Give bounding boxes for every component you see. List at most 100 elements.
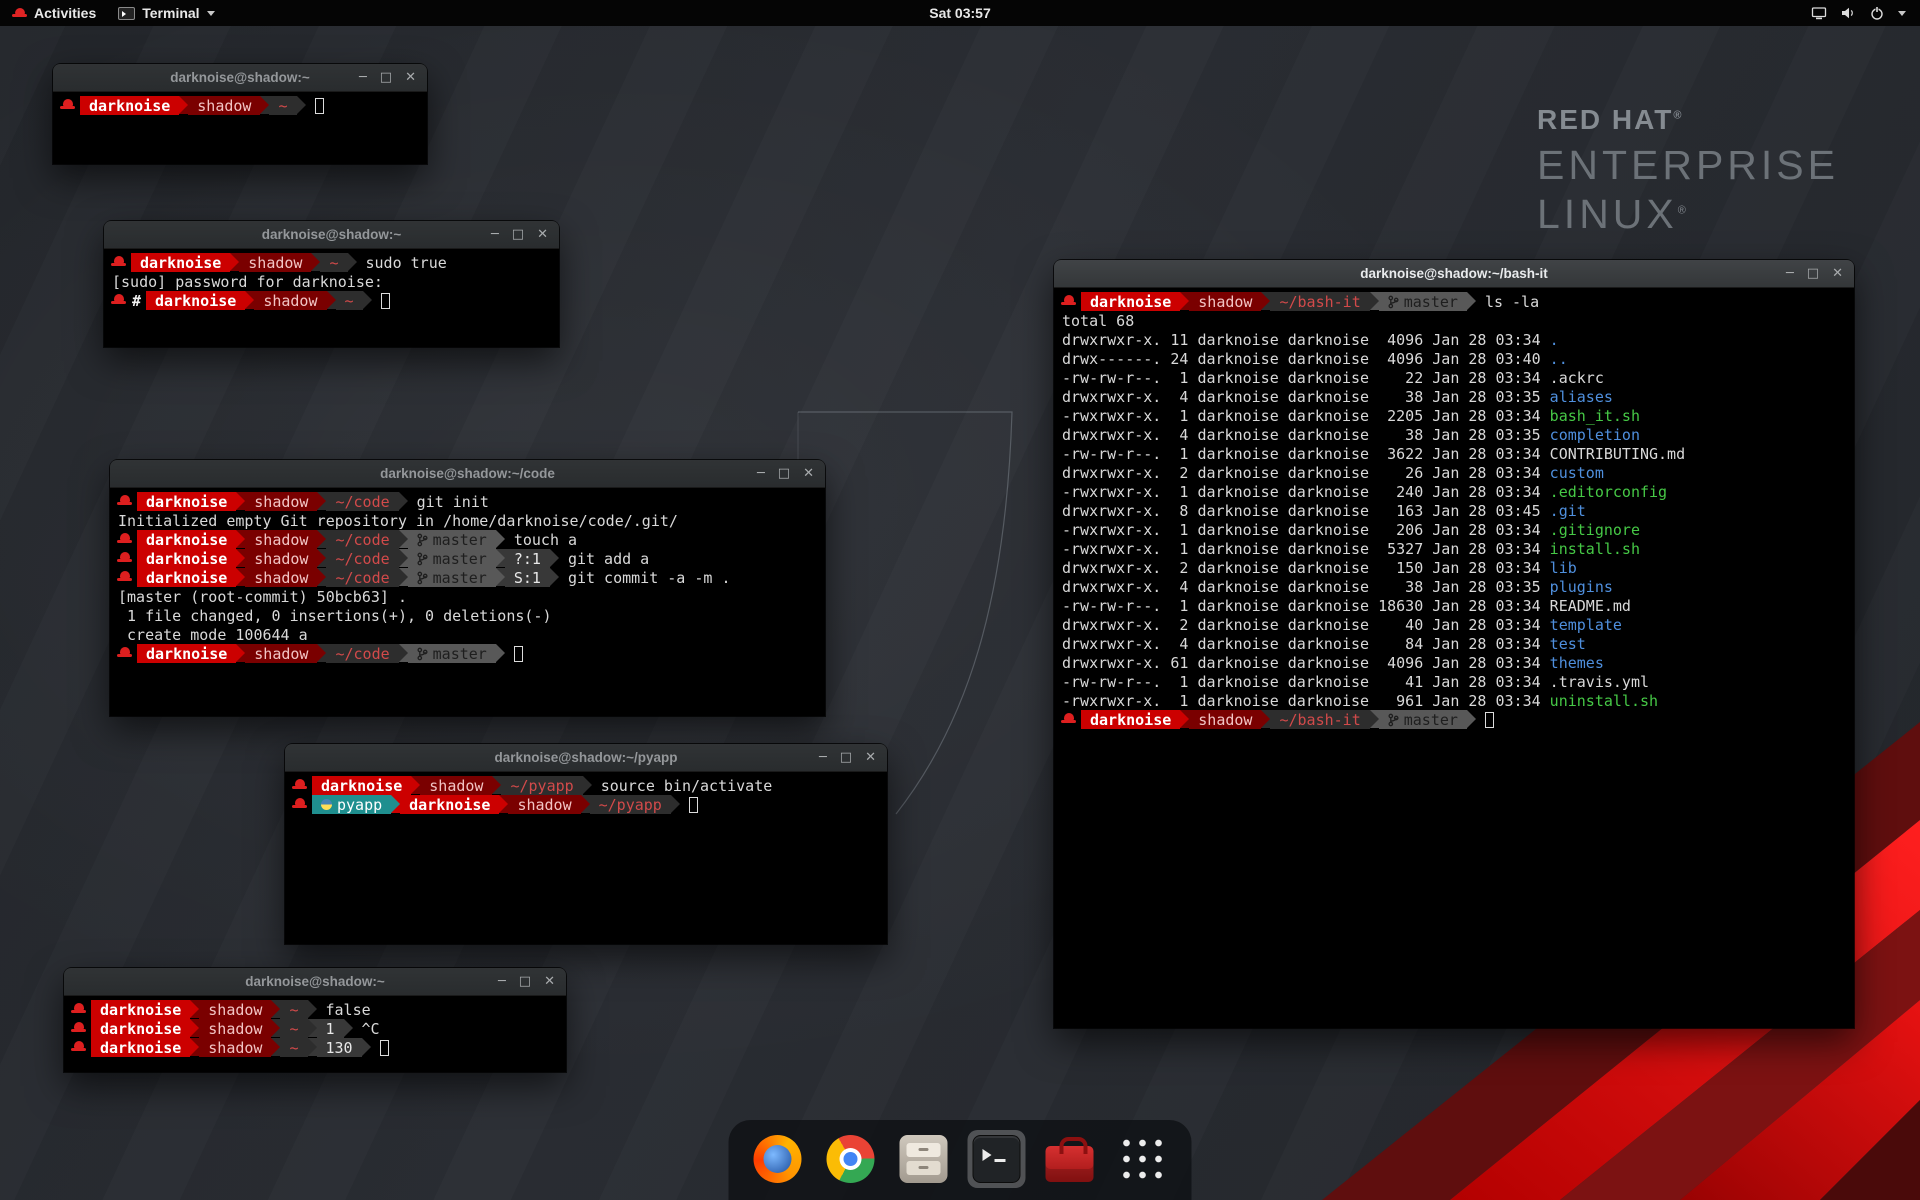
close-button[interactable]: ✕	[537, 228, 548, 241]
terminal-content[interactable]: darknoiseshadow~/codegit initInitialized…	[110, 488, 825, 716]
powerline-separator	[271, 1000, 280, 1018]
redhat-prompt-icon	[117, 549, 132, 568]
system-status-area[interactable]	[1811, 0, 1920, 26]
close-button[interactable]: ✕	[1832, 267, 1843, 280]
terminal-window-pyapp[interactable]: darknoise@shadow:~/pyapp ─ □ ✕ darknoise…	[285, 744, 887, 944]
close-button[interactable]: ✕	[405, 71, 416, 84]
terminal-line: darknoiseshadow~130	[64, 1038, 564, 1057]
terminal-window-sudo[interactable]: darknoise@shadow:~ ─ □ ✕ darknoiseshadow…	[104, 221, 559, 347]
terminal-line: [sudo] password for darknoise:	[104, 272, 557, 291]
powerline-separator	[496, 568, 505, 586]
maximize-button[interactable]: □	[512, 228, 524, 241]
toolbox-dock-item[interactable]	[1041, 1130, 1099, 1188]
output-text: drwxrwxr-x. 61 darknoise darknoise 4096 …	[1054, 653, 1550, 672]
prompt-segment-path: ~/pyapp	[501, 776, 582, 795]
close-button[interactable]: ✕	[803, 467, 814, 480]
maximize-button[interactable]: □	[840, 751, 852, 764]
terminal-dock-item[interactable]	[968, 1130, 1026, 1188]
executable-name: install.sh	[1550, 539, 1640, 558]
files-dock-item[interactable]	[895, 1130, 953, 1188]
git-branch-icon	[417, 552, 428, 566]
display-icon[interactable]	[1811, 5, 1827, 21]
terminal-cursor	[315, 98, 324, 114]
terminal-window-exit-codes[interactable]: darknoise@shadow:~ ─ □ ✕ darknoiseshadow…	[64, 968, 566, 1072]
maximize-button[interactable]: □	[380, 71, 392, 84]
terminal-content[interactable]: darknoiseshadow~falsedarknoiseshadow~1^C…	[64, 996, 566, 1072]
powerline-separator	[311, 253, 320, 271]
terminal-line: -rw-rw-r--. 1 darknoise darknoise 41 Jan…	[1054, 672, 1852, 691]
firefox-dock-item[interactable]	[749, 1130, 807, 1188]
minimize-button[interactable]: ─	[757, 467, 765, 480]
terminal-window-bash-it[interactable]: darknoise@shadow:~/bash-it ─ □ ✕ darknoi…	[1054, 260, 1854, 1028]
powerline-separator	[550, 568, 559, 586]
terminal-window-code[interactable]: darknoise@shadow:~/code ─ □ ✕ darknoises…	[110, 460, 825, 716]
powerline-separator	[236, 549, 245, 567]
terminal-content[interactable]: darknoiseshadow~/bash-itmasterls -latota…	[1054, 288, 1854, 1028]
window-title: darknoise@shadow:~/pyapp	[494, 750, 677, 765]
prompt-segment-user: darknoise	[131, 253, 230, 272]
minimize-button[interactable]: ─	[491, 228, 499, 241]
close-button[interactable]: ✕	[865, 751, 876, 764]
terminal-app-icon	[118, 7, 135, 20]
terminal-content[interactable]: darknoiseshadow~	[53, 92, 427, 164]
app-grid-dock-item[interactable]	[1114, 1130, 1172, 1188]
app-menu-terminal[interactable]: Terminal	[108, 0, 224, 26]
window-titlebar[interactable]: darknoise@shadow:~ ─ □ ✕	[64, 968, 566, 996]
powerline-separator	[496, 549, 505, 567]
terminal-line: darknoiseshadow~/codemaster	[110, 644, 823, 663]
output-text: 1 file changed, 0 insertions(+), 0 delet…	[110, 606, 551, 625]
command-text: git add a	[559, 549, 649, 568]
minimize-button[interactable]: ─	[498, 975, 506, 988]
powerline-separator	[190, 1000, 199, 1018]
minimize-button[interactable]: ─	[819, 751, 827, 764]
clock[interactable]: Sat 03:57	[929, 5, 990, 21]
terminal-line: drwxrwxr-x. 2 darknoise darknoise 26 Jan…	[1054, 463, 1852, 482]
window-titlebar[interactable]: darknoise@shadow:~/pyapp ─ □ ✕	[285, 744, 887, 772]
prompt-segment-host: shadow	[199, 1019, 271, 1038]
terminal-window-home-small[interactable]: darknoise@shadow:~ ─ □ ✕ darknoiseshadow…	[53, 64, 427, 164]
window-titlebar[interactable]: darknoise@shadow:~/code ─ □ ✕	[110, 460, 825, 488]
activities-button[interactable]: Activities	[0, 0, 108, 26]
prompt-segment-host: shadow	[199, 1000, 271, 1019]
terminal-line: darknoiseshadow~	[53, 96, 425, 115]
chrome-dock-item[interactable]	[822, 1130, 880, 1188]
terminal-content[interactable]: darknoiseshadow~/pyappsource bin/activat…	[285, 772, 887, 944]
output-text: -rw-rw-r--. 1 darknoise darknoise 41 Jan…	[1054, 672, 1649, 691]
chevron-down-icon[interactable]	[1898, 11, 1906, 16]
close-button[interactable]: ✕	[544, 975, 555, 988]
powerline-separator	[499, 795, 508, 813]
minimize-button[interactable]: ─	[359, 71, 367, 84]
terminal-content[interactable]: darknoiseshadow~sudo true[sudo] password…	[104, 249, 559, 347]
prompt-segment-path: ~/code	[326, 530, 398, 549]
output-text: drwxrwxr-x. 2 darknoise darknoise 40 Jan…	[1054, 615, 1550, 634]
terminal-line: darknoiseshadow~false	[64, 1000, 564, 1019]
window-title: darknoise@shadow:~	[170, 70, 310, 85]
terminal-cursor	[1485, 712, 1494, 728]
redhat-prompt-icon	[292, 795, 307, 814]
dock	[729, 1120, 1192, 1200]
terminal-line: Initialized empty Git repository in /hom…	[110, 511, 823, 530]
window-titlebar[interactable]: darknoise@shadow:~ ─ □ ✕	[53, 64, 427, 92]
prompt-segment-status: S:1	[505, 568, 550, 587]
powerline-separator	[236, 492, 245, 510]
terminal-line: [master (root-commit) 50bcb63] .	[110, 587, 823, 606]
powerline-separator	[179, 96, 188, 114]
prompt-segment-host: shadow	[245, 549, 317, 568]
directory-name: themes	[1550, 653, 1604, 672]
output-text: [master (root-commit) 50bcb63] .	[110, 587, 407, 606]
prompt-segment-host: shadow	[1189, 710, 1261, 729]
maximize-button[interactable]: □	[1807, 267, 1819, 280]
window-titlebar[interactable]: darknoise@shadow:~ ─ □ ✕	[104, 221, 559, 249]
window-titlebar[interactable]: darknoise@shadow:~/bash-it ─ □ ✕	[1054, 260, 1854, 288]
minimize-button[interactable]: ─	[1786, 267, 1794, 280]
powerline-separator	[271, 1019, 280, 1037]
powerline-separator	[496, 530, 505, 548]
output-text: [sudo] password for darknoise:	[104, 272, 392, 291]
powerline-separator	[271, 1038, 280, 1056]
maximize-button[interactable]: □	[778, 467, 790, 480]
git-branch-icon	[417, 571, 428, 585]
maximize-button[interactable]: □	[519, 975, 531, 988]
volume-icon[interactable]	[1840, 5, 1856, 21]
power-icon[interactable]	[1869, 5, 1885, 21]
prompt-segment-status: 1	[317, 1019, 344, 1038]
